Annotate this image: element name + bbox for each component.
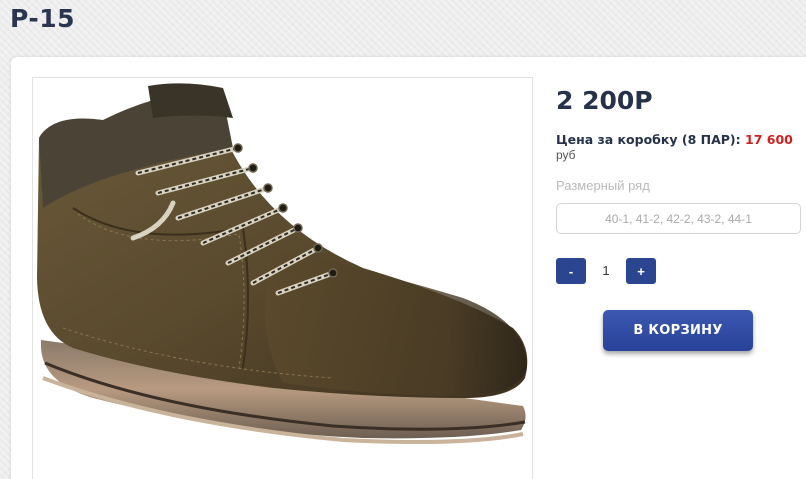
size-range-field[interactable]	[556, 203, 801, 234]
box-price-label: Цена за коробку (8 ПАР):	[556, 132, 741, 147]
page-title: P-15	[10, 4, 76, 33]
quantity-decrease-button[interactable]: -	[556, 258, 586, 284]
quantity-increase-button[interactable]: +	[626, 258, 656, 284]
boot-image	[37, 83, 528, 444]
product-image[interactable]	[32, 77, 533, 479]
box-price-value: 17 600	[745, 132, 793, 147]
quantity-value[interactable]: 1	[588, 258, 624, 284]
add-to-cart-button[interactable]: В КОРЗИНУ	[603, 310, 753, 351]
box-price: Цена за коробку (8 ПАР): 17 600	[556, 132, 793, 147]
currency-label: руб	[556, 148, 576, 162]
product-price: 2 200P	[556, 86, 653, 115]
size-range-label: Размерный ряд	[556, 178, 650, 193]
